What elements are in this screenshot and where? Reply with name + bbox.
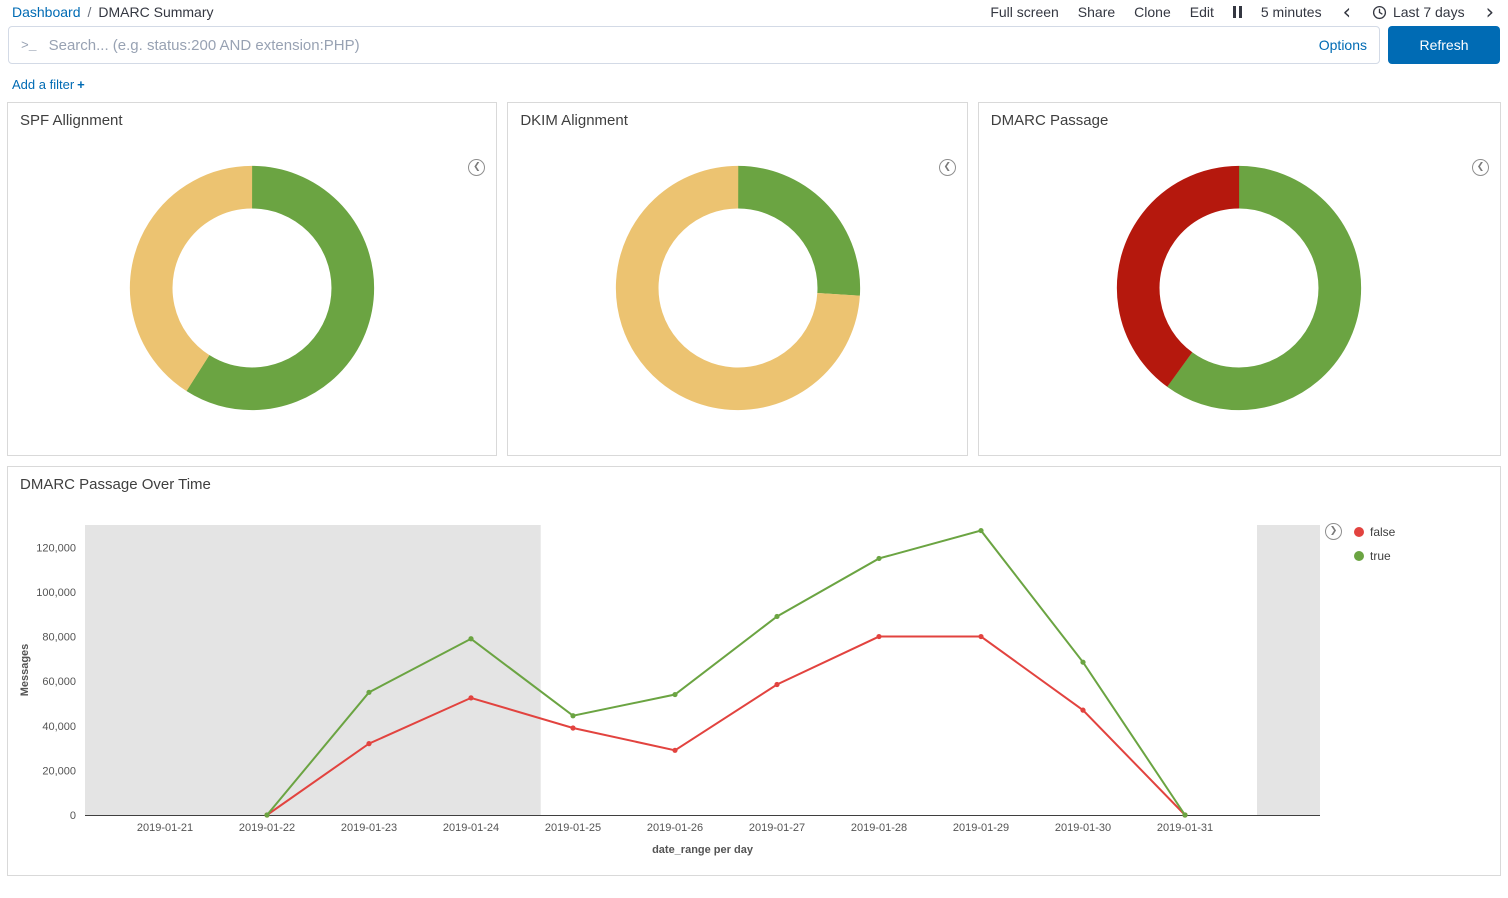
panel-spf-alignment: SPF Allignment ❮ [7, 102, 497, 456]
svg-text:2019-01-25: 2019-01-25 [545, 822, 601, 834]
svg-text:40,000: 40,000 [42, 721, 76, 733]
svg-text:2019-01-23: 2019-01-23 [341, 822, 397, 834]
svg-text:2019-01-21: 2019-01-21 [137, 822, 193, 834]
legend-dot-true [1354, 551, 1364, 561]
svg-text:2019-01-29: 2019-01-29 [953, 822, 1009, 834]
panel-title: DMARC Passage [979, 103, 1500, 131]
svg-text:2019-01-28: 2019-01-28 [851, 822, 907, 834]
clock-icon [1372, 5, 1387, 20]
refresh-interval-button[interactable]: 5 minutes [1261, 4, 1322, 20]
time-forward-icon[interactable]: › [1484, 6, 1496, 18]
query-prompt-icon: >_ [21, 38, 37, 53]
full-screen-button[interactable]: Full screen [990, 4, 1058, 20]
legend-dot-false [1354, 527, 1364, 537]
legend-label: false [1370, 525, 1395, 539]
search-input[interactable] [47, 36, 1309, 55]
legend-item-false[interactable]: false [1354, 525, 1395, 539]
breadcrumb-dashboard-link[interactable]: Dashboard [12, 4, 81, 20]
edit-button[interactable]: Edit [1190, 4, 1214, 20]
legend-item-true[interactable]: true [1354, 549, 1395, 563]
donut-wrap [508, 131, 966, 445]
dmarc-donut-chart[interactable] [1113, 162, 1365, 414]
svg-text:2019-01-27: 2019-01-27 [749, 822, 805, 834]
legend-label: true [1370, 549, 1391, 563]
svg-text:0: 0 [70, 810, 76, 822]
breadcrumb-separator: / [88, 4, 92, 20]
svg-text:80,000: 80,000 [42, 632, 76, 644]
svg-text:2019-01-22: 2019-01-22 [239, 822, 295, 834]
dkim-donut-chart[interactable] [612, 162, 864, 414]
legend-expand-icon[interactable]: ❯ [1325, 523, 1342, 540]
spf-donut-chart[interactable] [126, 162, 378, 414]
svg-text:2019-01-24: 2019-01-24 [443, 822, 499, 834]
panel-title: DMARC Passage Over Time [8, 467, 1500, 495]
svg-text:120,000: 120,000 [36, 542, 76, 554]
panel-dkim-alignment: DKIM Alignment ❮ [507, 102, 967, 456]
donut-panels-row: SPF Allignment ❮ DKIM Alignment ❮ DMARC … [7, 102, 1501, 456]
legend-collapse-icon[interactable]: ❮ [1472, 159, 1489, 176]
filter-bar: Add a filter+ [12, 77, 1496, 92]
svg-text:60,000: 60,000 [42, 676, 76, 688]
breadcrumb: Dashboard / DMARC Summary [12, 4, 214, 20]
page-title: DMARC Summary [98, 4, 213, 20]
plus-icon: + [77, 77, 85, 92]
legend-collapse-icon[interactable]: ❮ [939, 159, 956, 176]
add-filter-link[interactable]: Add a filter+ [12, 77, 85, 92]
svg-text:100,000: 100,000 [36, 587, 76, 599]
panel-title: DKIM Alignment [508, 103, 966, 131]
time-range-picker[interactable]: Last 7 days [1372, 4, 1465, 20]
options-link[interactable]: Options [1309, 37, 1367, 53]
time-range-label: Last 7 days [1393, 4, 1465, 20]
search-box: >_ Options [8, 26, 1380, 64]
svg-text:2019-01-26: 2019-01-26 [647, 822, 703, 834]
panel-title: SPF Allignment [8, 103, 496, 131]
svg-text:2019-01-31: 2019-01-31 [1157, 822, 1213, 834]
add-filter-label: Add a filter [12, 77, 74, 92]
panel-dmarc-passage: DMARC Passage ❮ [978, 102, 1501, 456]
top-bar: Dashboard / DMARC Summary Full screen Sh… [0, 0, 1508, 22]
time-back-icon[interactable]: ‹ [1341, 6, 1353, 18]
svg-text:20,000: 20,000 [42, 765, 76, 777]
dmarc-line-chart[interactable]: 0 20,000 40,000 60,000 80,000 100,000 120,000 2… [8, 495, 1343, 863]
search-row: >_ Options Refresh [8, 26, 1500, 64]
donut-wrap [979, 131, 1500, 445]
panel-dmarc-passage-over-time: DMARC Passage Over Time 0 20,000 40,000 60,… [7, 466, 1501, 876]
top-menu: Full screen Share Clone Edit 5 minutes ‹… [990, 4, 1496, 20]
svg-text:2019-01-30: 2019-01-30 [1055, 822, 1111, 834]
donut-wrap [8, 131, 496, 445]
svg-text:date_range per day: date_range per day [652, 844, 754, 856]
pause-icon[interactable] [1233, 6, 1242, 18]
svg-text:Messages: Messages [19, 644, 31, 697]
clone-button[interactable]: Clone [1134, 4, 1171, 20]
share-button[interactable]: Share [1078, 4, 1115, 20]
chart-legend: false true [1354, 525, 1395, 573]
refresh-button[interactable]: Refresh [1388, 26, 1500, 64]
